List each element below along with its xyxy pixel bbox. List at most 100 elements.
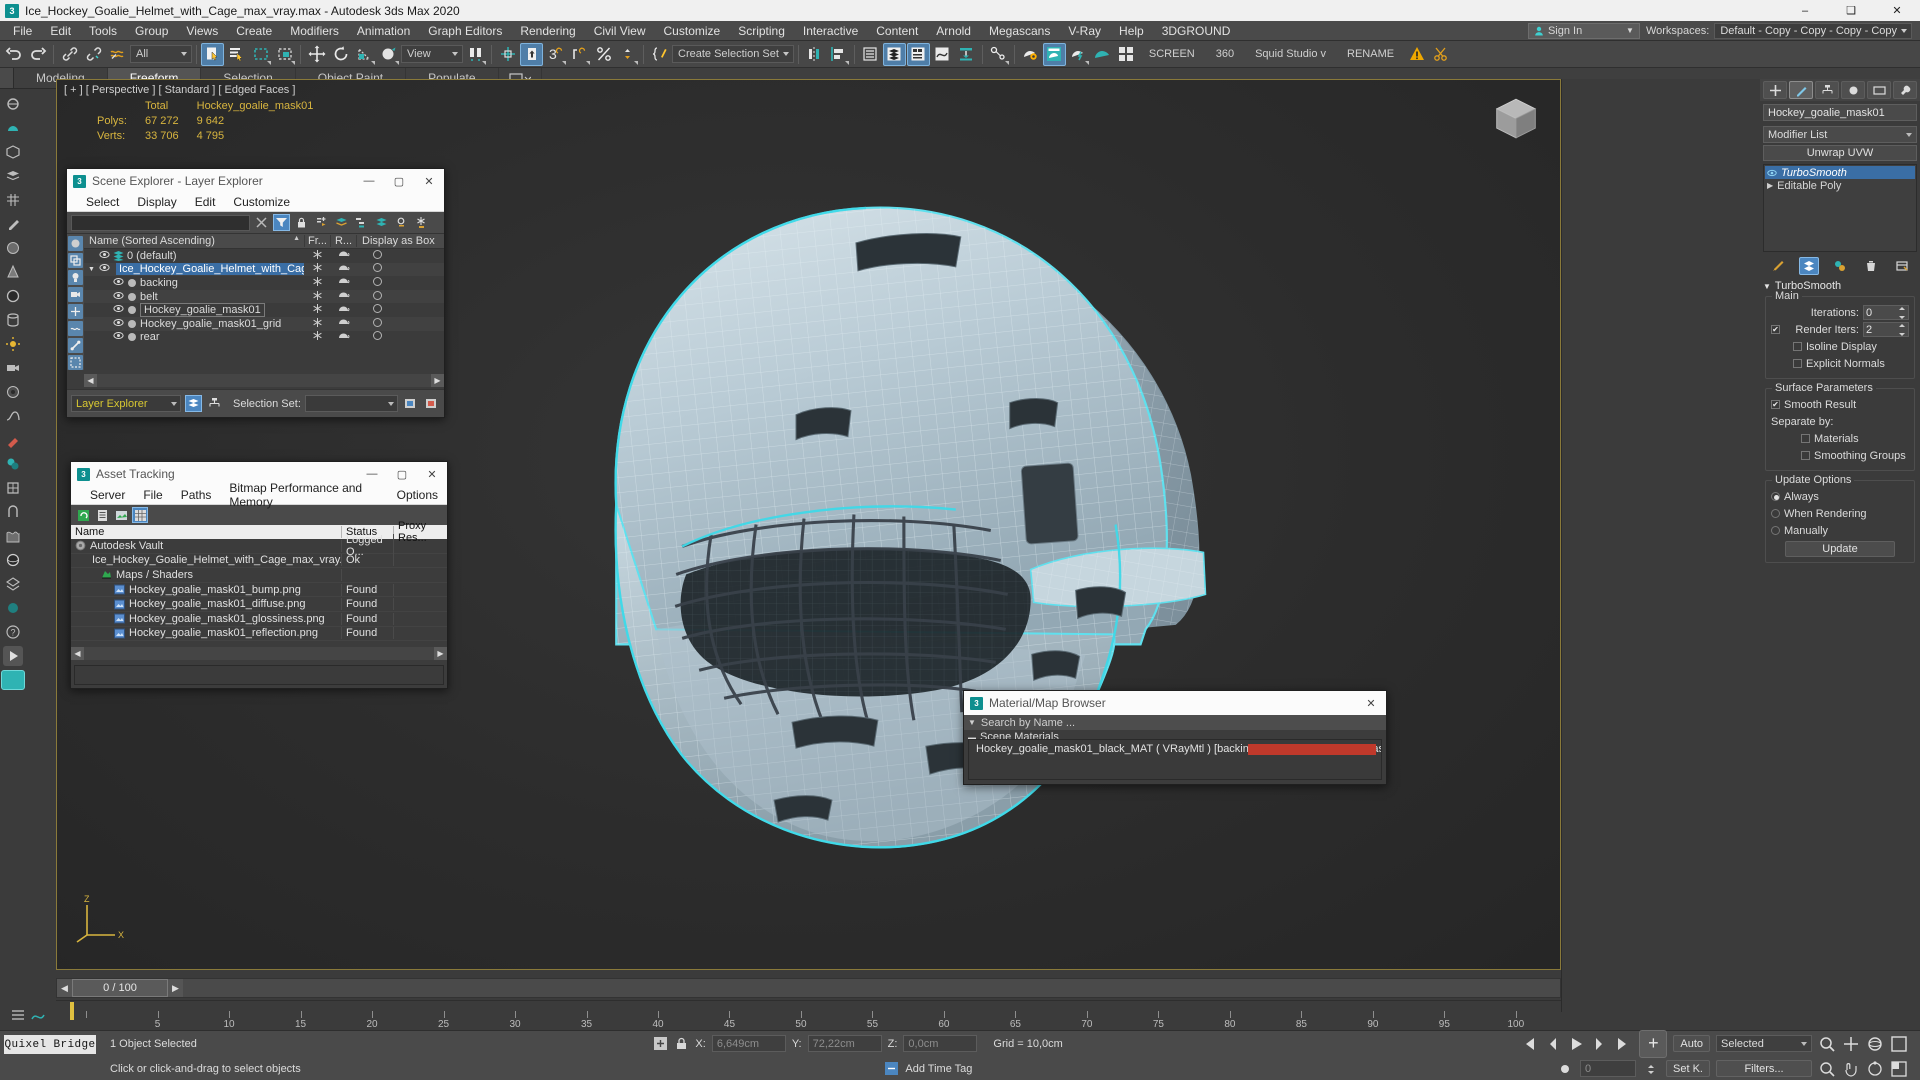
explorer-selector-combo[interactable]: Layer Explorer [71,395,181,412]
at-menu-server[interactable]: Server [81,488,134,502]
curve-editor-icon[interactable] [931,43,954,66]
layer-explorer-icon[interactable] [859,43,882,66]
freeze-icon[interactable] [312,290,323,301]
angle-snap-toggle-icon[interactable] [520,42,543,66]
left-tool-sphere[interactable] [3,238,23,258]
row-display-as-box-cell[interactable] [356,317,444,331]
asset-tracking-hscrollbar[interactable]: ◀ ▶ [71,647,447,660]
hide-eye-icon[interactable] [393,214,410,231]
spinner-snap-toggle-icon[interactable] [568,43,591,66]
time-tag-icon[interactable] [884,1061,899,1076]
scroll-right-icon[interactable]: ▶ [434,647,447,660]
left-tool-swatch[interactable] [1,670,25,690]
unlink-selection-icon[interactable] [82,43,105,66]
at-menu-options[interactable]: Options [388,488,447,502]
freeze-icon[interactable] [312,276,323,287]
menu-tools[interactable]: Tools [80,22,126,40]
row-render-cell[interactable] [330,263,356,276]
visibility-toggle[interactable] [113,331,124,343]
col-render[interactable]: R... [330,235,356,247]
tab-display[interactable] [1867,81,1891,99]
spinner-arrows-icon[interactable] [1899,324,1907,336]
left-tool-help[interactable]: ? [3,622,23,642]
previous-frame-icon[interactable] [1543,1035,1561,1053]
at-col-name[interactable]: Name [71,526,342,538]
visibility-toggle[interactable] [113,291,124,303]
asset-tracking-row[interactable]: Hockey_goalie_mask01_bump.png Found [71,583,447,598]
percent-snap-toggle-icon[interactable]: 3 [544,43,567,66]
current-frame-marker[interactable] [70,1002,74,1020]
renderable-teapot-icon[interactable] [337,290,350,300]
row-display-as-box-cell[interactable] [356,330,444,344]
key-spinner-icon[interactable] [1642,1060,1660,1078]
expand-icon[interactable]: ▶ [1767,181,1773,190]
left-tool-box[interactable] [3,142,23,162]
rectangular-selection-region-icon[interactable] [249,43,272,66]
ribbon-grip[interactable] [0,68,14,88]
material-browser-close-button[interactable]: ✕ [1356,691,1386,715]
scene-explorer-window[interactable]: 3 Scene Explorer - Layer Explorer — ▢ ✕ … [66,168,445,418]
freeze-icon[interactable] [413,214,430,231]
scroll-left-icon[interactable]: ◀ [71,647,84,660]
curve-icon[interactable] [30,1007,46,1023]
asset-tracking-maximize-button[interactable]: ▢ [387,462,417,486]
select-and-rotate-icon[interactable] [329,43,352,66]
studio-label[interactable]: Squid Studio v [1245,48,1336,60]
renderable-teapot-icon[interactable] [337,263,350,273]
renderable-teapot-icon[interactable] [337,276,350,286]
row-render-cell[interactable] [330,290,356,303]
row-freeze-cell[interactable] [304,249,330,263]
go-to-end-icon[interactable] [1615,1035,1633,1053]
when-rendering-radio[interactable] [1771,509,1780,518]
spinner-arrows-icon[interactable] [616,43,639,66]
se-menu-edit[interactable]: Edit [186,195,225,209]
unwrap-uvw-button[interactable]: Unwrap UVW [1763,145,1917,161]
scene-explorer-row[interactable]: backing [84,276,444,290]
warning-icon[interactable] [1405,43,1428,66]
scroll-left-icon[interactable]: ◀ [84,374,97,387]
menu-views[interactable]: Views [177,22,227,40]
schematic-view-icon[interactable] [955,43,978,66]
next-frame-icon[interactable] [1591,1035,1609,1053]
lock-icon[interactable] [293,214,310,231]
time-slider[interactable]: ◀ 0 / 100 ▶ [56,978,1561,998]
asset-tracking-row[interactable]: Hockey_goalie_mask01_reflection.png Found [71,627,447,642]
time-slider-handle[interactable]: 0 / 100 [72,979,168,997]
row-freeze-cell[interactable] [304,330,330,344]
update-button[interactable]: Update [1785,541,1895,557]
menu-scripting[interactable]: Scripting [729,22,794,40]
clear-search-icon[interactable] [253,214,270,231]
display-as-box-icon[interactable] [372,303,383,314]
row-display-as-box-cell[interactable] [356,249,444,263]
maximize-button[interactable]: ❑ [1828,0,1874,21]
renderable-teapot-icon[interactable] [337,249,350,259]
smooth-result-checkbox[interactable] [1771,400,1780,409]
left-tool-donut[interactable] [3,382,23,402]
left-tool-light[interactable] [3,334,23,354]
isoline-display-checkbox[interactable] [1793,342,1802,351]
render-production-icon[interactable] [1067,43,1090,66]
visibility-eye-icon[interactable] [99,250,110,259]
left-tool-bend[interactable] [3,502,23,522]
orbit-icon[interactable] [1866,1035,1884,1053]
menu-animation[interactable]: Animation [348,22,419,40]
mirror-icon[interactable] [803,43,826,66]
filter-geometry-icon[interactable] [68,236,83,251]
col-display-as-box[interactable]: Display as Box [356,235,444,247]
explicit-normals-checkbox[interactable] [1793,359,1802,368]
add-selection-set-icon[interactable] [402,395,419,412]
render-setup-icon[interactable] [1019,43,1042,66]
align-icon[interactable] [827,43,850,66]
key-filters-icon[interactable] [10,1007,26,1023]
visibility-eye-icon[interactable] [113,331,124,340]
freeze-icon[interactable] [312,330,323,341]
asset-tracking-row[interactable]: Hockey_goalie_mask01_glossiness.png Found [71,612,447,627]
visibility-eye-icon[interactable] [113,304,124,313]
freeze-icon[interactable] [312,303,323,314]
row-render-cell[interactable] [330,276,356,289]
hierarchy-mode-icon[interactable] [206,395,223,412]
layers-icon[interactable] [333,214,350,231]
thumbnail-view-icon[interactable] [113,507,129,523]
menu-megascans[interactable]: Megascans [980,22,1059,40]
y-coordinate-field[interactable]: 72,22cm [807,1035,882,1052]
